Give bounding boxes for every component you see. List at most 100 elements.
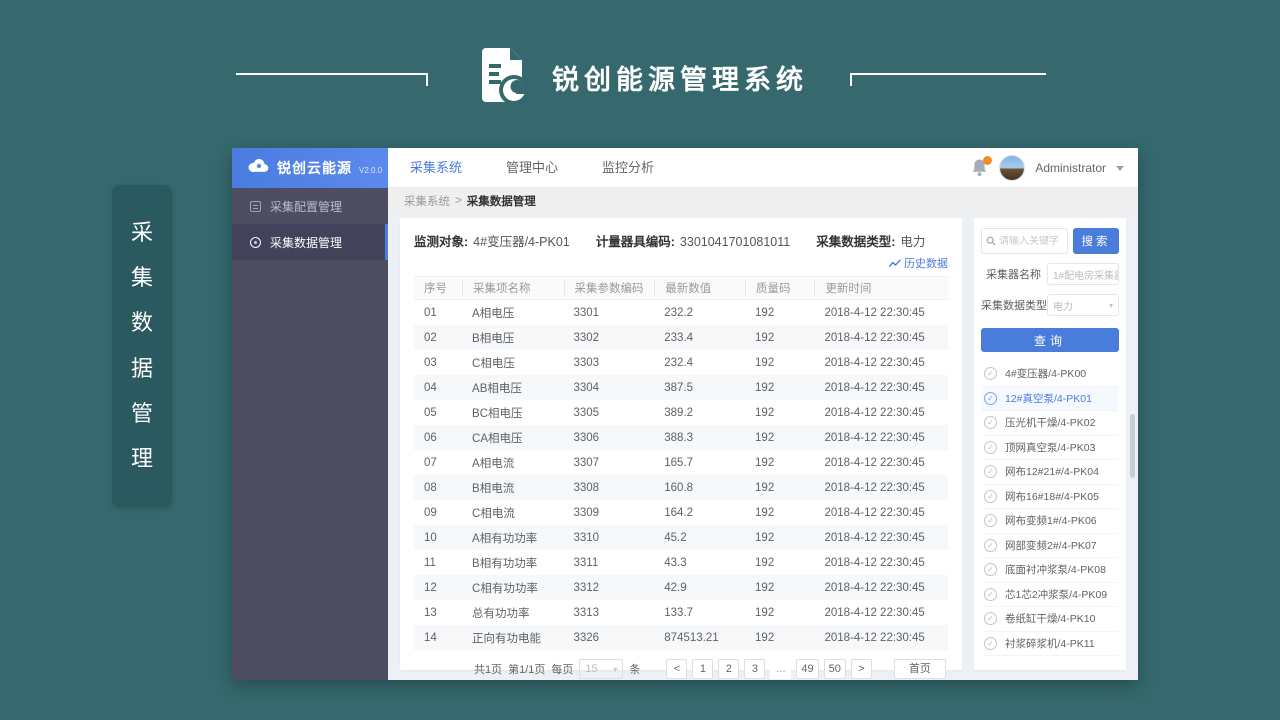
table-row[interactable]: 07 A相电流 3307 165.7 192 2018-4-12 22:30:4… xyxy=(414,450,948,475)
cell-item-name: 总有功功率 xyxy=(462,605,563,621)
cell-item-name: C相有功功率 xyxy=(462,580,563,596)
cell-index: 09 xyxy=(414,507,462,519)
query-button[interactable]: 查询 xyxy=(981,328,1119,352)
cell-latest-value: 164.2 xyxy=(654,507,745,519)
config-icon xyxy=(250,201,261,212)
device-item[interactable]: ✓ 4#变压器/4-PK00 xyxy=(982,362,1118,387)
device-item-label: 压光机干燥/4-PK02 xyxy=(1005,415,1095,430)
sidebar-item[interactable]: 采集数据管理 xyxy=(232,224,388,260)
cell-param-code: 3307 xyxy=(564,457,655,469)
device-item[interactable]: ✓ 网布12#21#/4-PK04 xyxy=(982,460,1118,485)
breadcrumb-current: 采集数据管理 xyxy=(467,193,536,209)
device-item-label: 12#真空泵/4-PK01 xyxy=(1005,391,1092,406)
cell-quality-code: 192 xyxy=(745,557,814,569)
cell-param-code: 3305 xyxy=(564,407,655,419)
table-row[interactable]: 09 C相电流 3309 164.2 192 2018-4-12 22:30:4… xyxy=(414,500,948,525)
table-column-header: 采集参数编码 xyxy=(564,280,655,296)
table-row[interactable]: 04 AB相电压 3304 387.5 192 2018-4-12 22:30:… xyxy=(414,375,948,400)
cell-index: 12 xyxy=(414,582,462,594)
topnav-items: 采集系统 管理中心 监控分析 xyxy=(388,148,654,188)
sidebar-item[interactable]: 采集配置管理 xyxy=(232,188,388,224)
device-item[interactable]: ✓ 芯1芯2冲浆泵/4-PK09 xyxy=(982,583,1118,608)
scrollbar-thumb[interactable] xyxy=(1130,414,1135,478)
history-data-link-label: 历史数据 xyxy=(904,255,948,271)
cell-param-code: 3313 xyxy=(564,607,655,619)
avatar[interactable] xyxy=(999,155,1025,181)
check-circle-icon: ✓ xyxy=(984,539,997,552)
breadcrumb-parent[interactable]: 采集系统 xyxy=(404,193,450,209)
cell-param-code: 3326 xyxy=(564,632,655,644)
side-tag-char: 管 xyxy=(131,403,153,425)
data-type: 采集数据类型:电力 xyxy=(816,231,925,250)
notification-bell-icon[interactable] xyxy=(971,158,989,178)
page-number-button[interactable]: ... xyxy=(770,659,791,679)
search-input[interactable] xyxy=(999,236,1063,247)
device-item[interactable]: ✓ 卷纸缸干燥/4-PK10 xyxy=(982,607,1118,632)
page-number-button[interactable]: 49 xyxy=(796,659,818,679)
device-item-label: 网部变频2#/4-PK07 xyxy=(1005,538,1097,553)
datatype-field: 采集数据类型 电力 ▾ xyxy=(981,294,1119,316)
prev-page-button[interactable]: < xyxy=(666,659,687,679)
sidebar-menu: 采集配置管理 采集数据管理 xyxy=(232,188,388,680)
device-item[interactable]: ✓ 衬浆碎浆机/4-PK11 xyxy=(982,632,1118,657)
nav-item[interactable]: 管理中心 xyxy=(506,148,558,188)
table-row[interactable]: 11 B相有功功率 3311 43.3 192 2018-4-12 22:30:… xyxy=(414,550,948,575)
next-page-button[interactable]: > xyxy=(851,659,872,679)
cell-latest-value: 232.4 xyxy=(654,357,745,369)
table-row[interactable]: 14 正向有功电能 3326 874513.21 192 2018-4-12 2… xyxy=(414,625,948,650)
cell-latest-value: 874513.21 xyxy=(654,632,745,644)
table-row[interactable]: 12 C相有功功率 3312 42.9 192 2018-4-12 22:30:… xyxy=(414,575,948,600)
nav-item[interactable]: 采集系统 xyxy=(410,148,462,188)
cloud-icon xyxy=(246,158,270,178)
device-item[interactable]: ✓ 顶网真空泵/4-PK03 xyxy=(982,436,1118,461)
device-item-label: 芯1芯2冲浆泵/4-PK09 xyxy=(1005,587,1107,602)
history-data-link[interactable]: 历史数据 xyxy=(889,255,948,271)
device-item[interactable]: ✓ 底面衬冲浆泵/4-PK08 xyxy=(982,558,1118,583)
cell-item-name: A相电流 xyxy=(462,455,563,471)
table-row[interactable]: 02 B相电压 3302 233.4 192 2018-4-12 22:30:4… xyxy=(414,325,948,350)
cell-quality-code: 192 xyxy=(745,407,814,419)
per-page-label: 每页 xyxy=(551,661,573,677)
table-column-header: 最新数值 xyxy=(654,280,745,296)
device-item-label: 网布12#21#/4-PK04 xyxy=(1005,464,1099,479)
cell-item-name: B相有功功率 xyxy=(462,555,563,571)
table-row[interactable]: 06 CA相电压 3306 388.3 192 2018-4-12 22:30:… xyxy=(414,425,948,450)
device-item[interactable]: ✓ 网布16#18#/4-PK05 xyxy=(982,485,1118,510)
table-row[interactable]: 13 总有功功率 3313 133.7 192 2018-4-12 22:30:… xyxy=(414,600,948,625)
datatype-select[interactable]: 电力 ▾ xyxy=(1047,294,1119,316)
table-row[interactable]: 01 A相电压 3301 232.2 192 2018-4-12 22:30:4… xyxy=(414,300,948,325)
data-table: 序号采集项名称采集参数编码最新数值质量码更新时间 01 A相电压 3301 23… xyxy=(414,276,948,650)
table-row[interactable]: 03 C相电压 3303 232.4 192 2018-4-12 22:30:4… xyxy=(414,350,948,375)
meter-code: 计量器具编码:3301041701081011 xyxy=(596,231,790,250)
cell-param-code: 3306 xyxy=(564,432,655,444)
cell-item-name: C相电压 xyxy=(462,355,563,371)
page-number-button[interactable]: 1 xyxy=(692,659,713,679)
banner-divider-left-tick xyxy=(426,73,428,86)
collector-select[interactable]: 1#配电房采集器 ▾ xyxy=(1047,263,1119,285)
device-item-label: 网布变频1#/4-PK06 xyxy=(1005,513,1097,528)
check-circle-icon: ✓ xyxy=(984,392,997,405)
collector-value: 1#配电房采集器 xyxy=(1053,267,1119,282)
first-page-button[interactable]: 首页 xyxy=(894,659,946,679)
table-row[interactable]: 05 BC相电压 3305 389.2 192 2018-4-12 22:30:… xyxy=(414,400,948,425)
page-number-button[interactable]: 3 xyxy=(744,659,765,679)
table-column-header: 更新时间 xyxy=(814,280,948,296)
pagination: 共1页 第1/1页 每页 15 ▾ 条 < 123...4950 > 首页 xyxy=(474,659,948,679)
device-item[interactable]: ✓ 压光机干燥/4-PK02 xyxy=(982,411,1118,436)
table-row[interactable]: 08 B相电流 3308 160.8 192 2018-4-12 22:30:4… xyxy=(414,475,948,500)
table-column-header: 采集项名称 xyxy=(462,280,563,296)
cell-quality-code: 192 xyxy=(745,382,814,394)
nav-item[interactable]: 监控分析 xyxy=(602,148,654,188)
table-row[interactable]: 10 A相有功功率 3310 45.2 192 2018-4-12 22:30:… xyxy=(414,525,948,550)
device-item-label: 顶网真空泵/4-PK03 xyxy=(1005,440,1095,455)
page-number-button[interactable]: 2 xyxy=(718,659,739,679)
cell-param-code: 3311 xyxy=(564,557,655,569)
device-item[interactable]: ✓ 网布变频1#/4-PK06 xyxy=(982,509,1118,534)
search-button[interactable]: 搜索 xyxy=(1073,228,1119,254)
data-table-header: 序号采集项名称采集参数编码最新数值质量码更新时间 xyxy=(414,276,948,300)
device-item[interactable]: ✓ 12#真空泵/4-PK01 xyxy=(982,387,1118,412)
per-page-select[interactable]: 15 ▾ xyxy=(579,659,623,679)
page-number-button[interactable]: 50 xyxy=(824,659,846,679)
device-item[interactable]: ✓ 网部变频2#/4-PK07 xyxy=(982,534,1118,559)
chevron-down-icon[interactable] xyxy=(1116,166,1124,171)
